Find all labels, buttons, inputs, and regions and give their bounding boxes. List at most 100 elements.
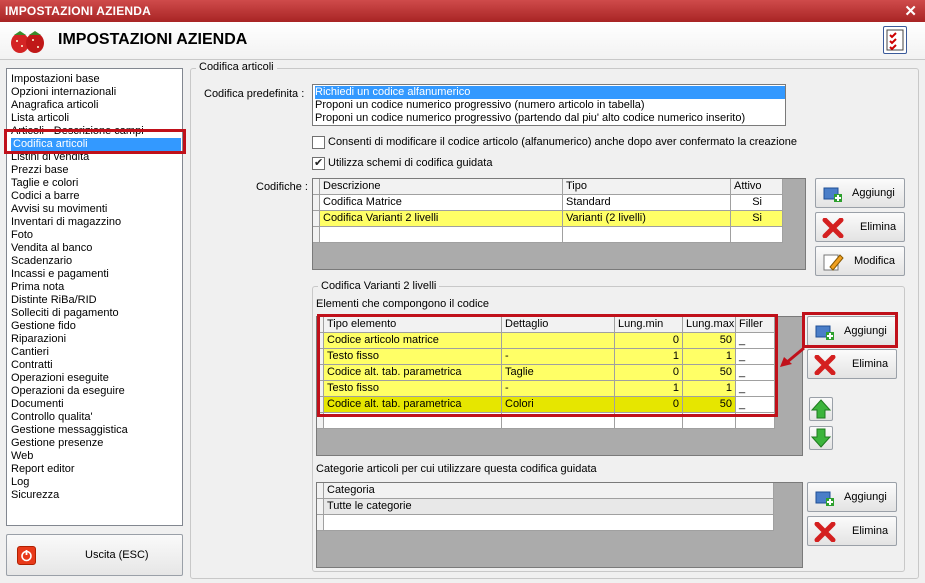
categories-delete-button[interactable]: Elimina [807,516,897,546]
cell-empty [563,227,731,243]
modify-code-checkbox[interactable] [312,136,325,149]
sidebar-item[interactable]: Foto [11,229,33,242]
power-icon [17,546,36,565]
codifiche-delete-button[interactable]: Elimina [815,212,905,242]
sidebar-item[interactable]: Gestione fido [11,320,76,333]
predef-listbox[interactable]: Richiedi un codice alfanumerico Proponi u… [312,84,786,126]
categories-grid[interactable]: Categoria Tutte le categorie [316,482,803,568]
move-down-button[interactable] [809,426,833,450]
checklist-icon[interactable] [883,26,907,54]
row-indicator [317,499,324,515]
sidebar-item[interactable]: Scadenzario [11,255,72,268]
add-item-icon [815,491,834,506]
sidebar-item[interactable]: Controllo qualita' [11,411,93,424]
sidebar-item[interactable]: Contratti [11,359,53,372]
cell-descrizione: Codifica Varianti 2 livelli [320,211,563,227]
sidebar-item[interactable]: Sicurezza [11,489,59,502]
cell-tipo: Standard [563,195,731,211]
sidebar-item[interactable]: Documenti [11,398,64,411]
elements-delete-button[interactable]: Elimina [807,349,897,379]
row-indicator [313,227,320,243]
sidebar-item[interactable]: Codici a barre [11,190,79,203]
elements-delete-label: Elimina [852,358,889,370]
sidebar-item[interactable]: Prima nota [11,281,64,294]
table-row-empty[interactable] [317,515,774,531]
predef-label: Codifica predefinita : [204,88,305,100]
sidebar-item[interactable]: Taglie e colori [11,177,78,190]
check-mark-icon: ✔ [314,157,324,169]
sidebar-item[interactable]: Prezzi base [11,164,68,177]
exit-button-label: Uscita (ESC) [85,549,149,561]
codifiche-label: Codifiche : [256,181,308,193]
categories-add-button[interactable]: Aggiungi [807,482,897,512]
categories-delete-label: Elimina [852,525,889,537]
sidebar-item[interactable]: Cantieri [11,346,49,359]
cell-empty [324,515,774,531]
row-indicator [313,179,320,195]
schemes-label: Utilizza schemi di codifica guidata [328,157,493,169]
sidebar-item[interactable]: Log [11,476,29,489]
codifica-group-title: Codifica articoli [196,61,277,73]
sidebar-item[interactable]: Incassi e pagamenti [11,268,109,281]
codifiche-grid-header: Descrizione Tipo Attivo [313,179,783,195]
schemes-checkbox[interactable]: ✔ [312,157,325,170]
col-header-tipo[interactable]: Tipo [563,179,731,195]
cell-empty [320,227,563,243]
sidebar-item[interactable]: Report editor [11,463,75,476]
table-row[interactable]: Tutte le categorie [317,499,774,515]
add-button-callout [802,312,898,348]
table-row-empty[interactable] [313,227,783,243]
sidebar-item[interactable]: Vendita al banco [11,242,92,255]
elements-label: Elementi che compongono il codice [316,298,490,310]
row-indicator [317,483,324,499]
cell-categoria: Tutte le categorie [324,499,774,515]
red-x-icon [814,355,836,375]
cell-attivo: Si [731,211,783,227]
callout-arrow-icon [780,346,805,367]
col-header-categoria[interactable]: Categoria [324,483,774,499]
sidebar-item[interactable]: Gestione messaggistica [11,424,128,437]
sidebar-item[interactable]: Avvisi su movimenti [11,203,107,216]
codifiche-grid[interactable]: Descrizione Tipo Attivo Codifica Matrice… [312,178,806,270]
predef-option[interactable]: Proponi un codice numerico progressivo (… [315,99,645,112]
predef-option[interactable]: Richiedi un codice alfanumerico [315,86,785,99]
add-item-icon [823,187,842,202]
codifiche-add-button[interactable]: Aggiungi [815,178,905,208]
page-title: IMPOSTAZIONI AZIENDA [58,31,248,48]
move-up-button[interactable] [809,397,833,421]
window-title: IMPOSTAZIONI AZIENDA [5,4,151,18]
codifiche-edit-button[interactable]: Modifica [815,246,905,276]
sidebar-item[interactable]: Operazioni eseguite [11,372,109,385]
sidebar-item[interactable]: Web [11,450,33,463]
nav-selection-callout [4,129,186,154]
categories-add-label: Aggiungi [844,491,887,503]
sidebar-item[interactable]: Opzioni internazionali [11,86,116,99]
strawberry-logo-icon [11,31,44,53]
col-header-descrizione[interactable]: Descrizione [320,179,563,195]
sidebar-item[interactable]: Anagrafica articoli [11,99,98,112]
codifiche-delete-label: Elimina [860,221,897,233]
codifiche-add-label: Aggiungi [852,187,895,199]
row-indicator [313,211,320,227]
exit-button[interactable]: Uscita (ESC) [6,534,183,576]
sidebar-item[interactable]: Inventari di magazzino [11,216,121,229]
codifiche-edit-label: Modifica [854,255,895,267]
table-row[interactable]: Codifica Matrice Standard Si [313,195,783,211]
close-icon[interactable]: ✕ [904,2,917,20]
header-bar: IMPOSTAZIONI AZIENDA [0,22,925,60]
sidebar-item[interactable]: Solleciti di pagamento [11,307,119,320]
modify-code-label: Consenti di modificare il codice articol… [328,136,797,148]
col-header-attivo[interactable]: Attivo [731,179,783,195]
sidebar-item[interactable]: Impostazioni base [11,73,100,86]
sidebar-item[interactable]: Riparazioni [11,333,66,346]
variant-group-title: Codifica Varianti 2 livelli [318,280,440,292]
predef-option[interactable]: Proponi un codice numerico progressivo (… [315,112,745,125]
cell-tipo: Varianti (2 livelli) [563,211,731,227]
sidebar-item[interactable]: Operazioni da eseguire [11,385,125,398]
table-row[interactable]: Codifica Varianti 2 livelli Varianti (2 … [313,211,783,227]
sidebar-item[interactable]: Gestione presenze [11,437,103,450]
sidebar-item[interactable]: Distinte RiBa/RID [11,294,97,307]
sidebar-item[interactable]: Lista articoli [11,112,69,125]
cell-attivo: Si [731,195,783,211]
edit-pencil-icon [823,254,844,271]
